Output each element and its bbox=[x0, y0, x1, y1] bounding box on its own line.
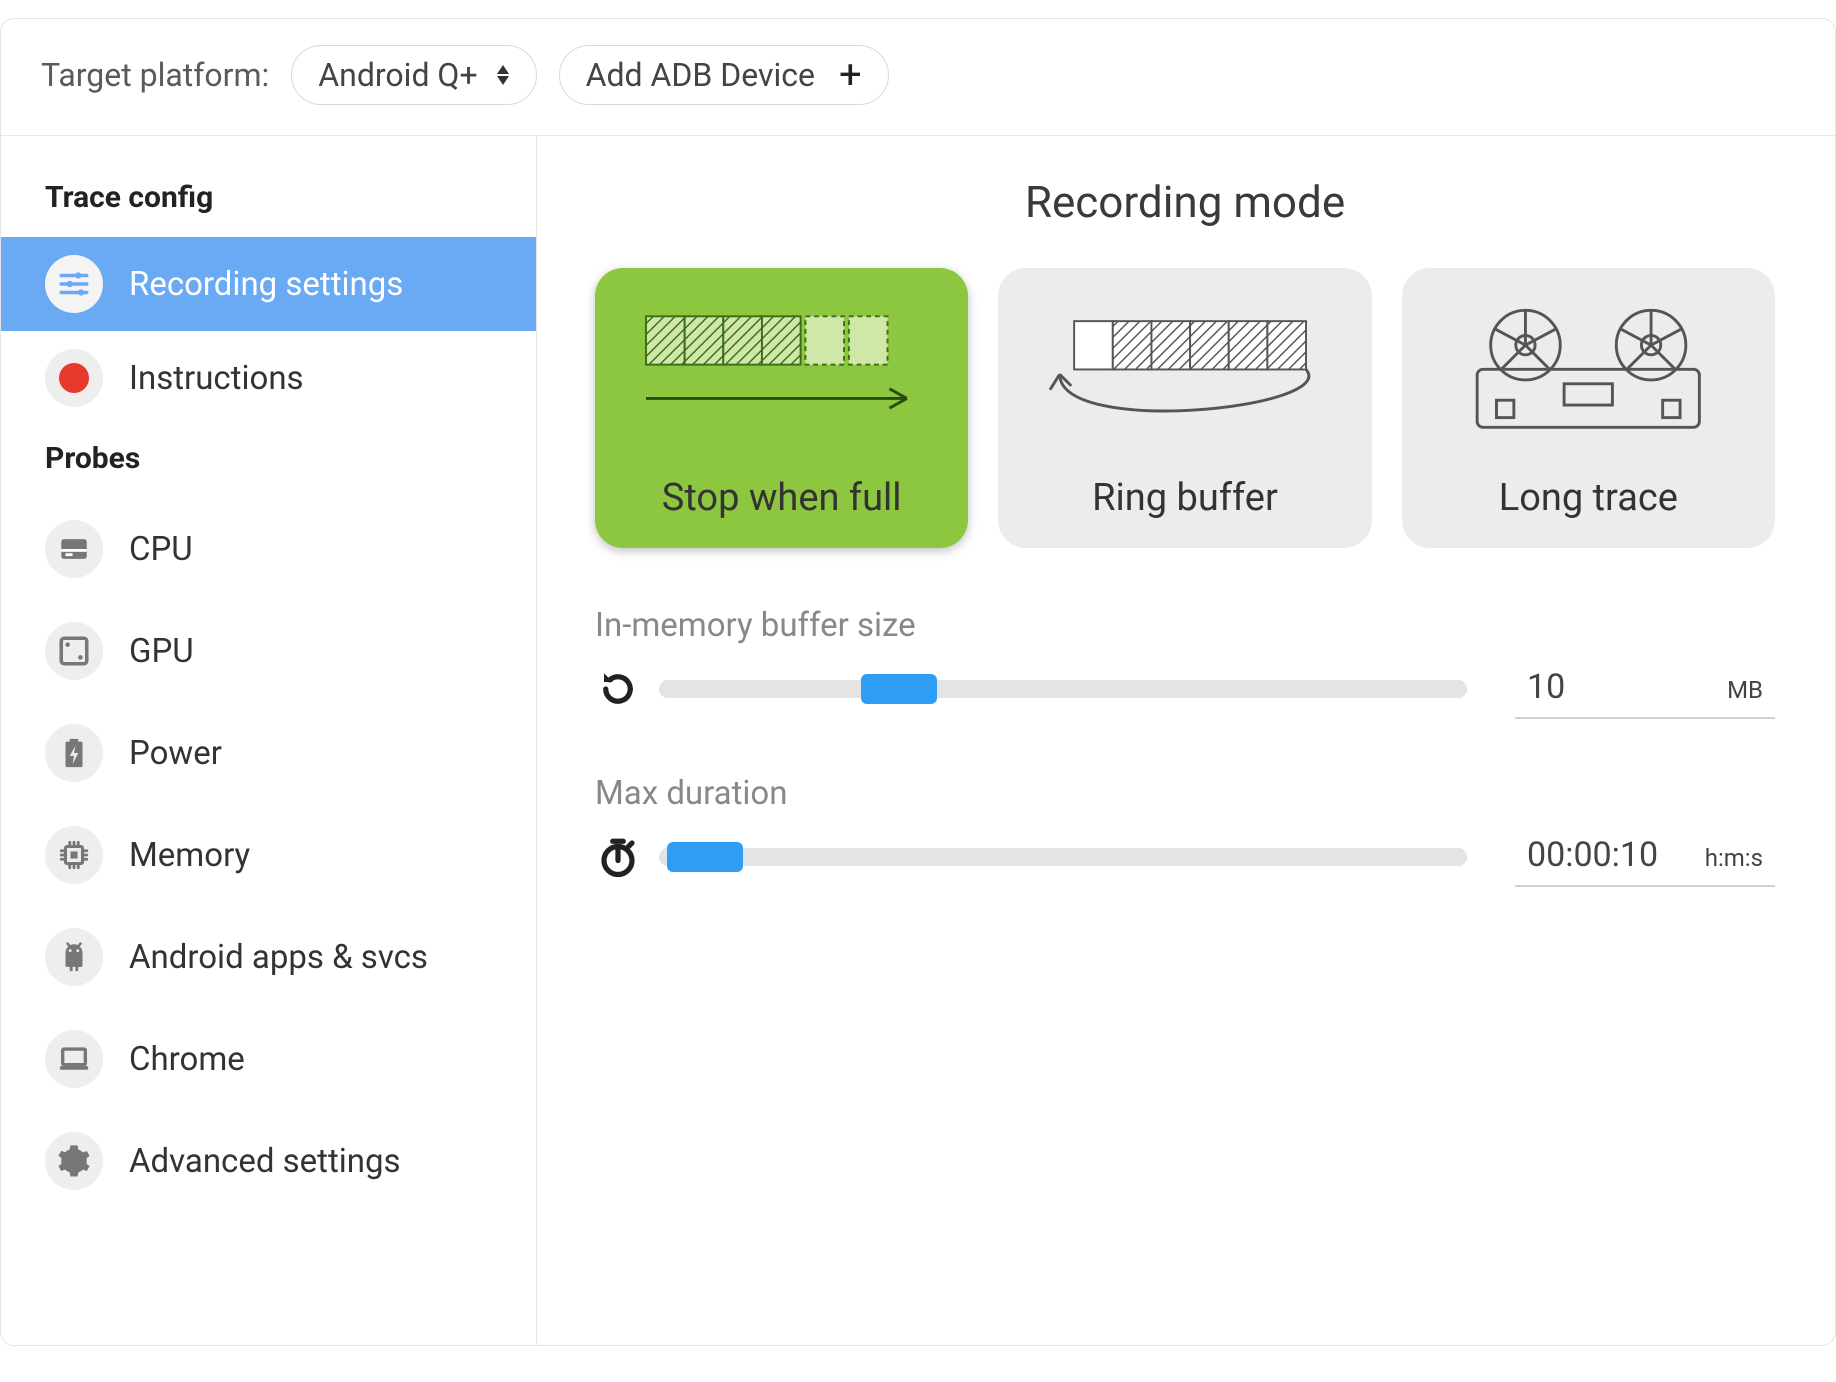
max-duration-slider[interactable] bbox=[659, 848, 1467, 866]
battery-icon bbox=[45, 724, 103, 782]
slider-thumb[interactable] bbox=[861, 674, 937, 704]
laptop-icon bbox=[45, 1030, 103, 1088]
buffer-size-label: In-memory buffer size bbox=[595, 606, 1775, 645]
mode-long-trace[interactable]: Long trace bbox=[1402, 268, 1775, 548]
target-platform-label: Target platform: bbox=[41, 56, 269, 94]
section-probes: Probes bbox=[1, 425, 536, 498]
buffer-size-block: In-memory buffer size 10 MB bbox=[595, 606, 1775, 719]
mode-label: Stop when full bbox=[662, 476, 902, 520]
sidebar-item-chrome[interactable]: Chrome bbox=[1, 1008, 536, 1110]
sidebar-item-label: Memory bbox=[129, 836, 250, 875]
select-arrows-icon bbox=[496, 65, 510, 85]
max-duration-input[interactable]: 00:00:10 h:m:s bbox=[1515, 827, 1775, 887]
ring-buffer-illustration bbox=[998, 268, 1371, 470]
mode-label: Long trace bbox=[1499, 476, 1678, 520]
record-icon bbox=[45, 349, 103, 407]
main-panel: Recording mode bbox=[537, 136, 1835, 1345]
sidebar-item-android[interactable]: Android apps & svcs bbox=[1, 906, 536, 1008]
sidebar-item-label: Chrome bbox=[129, 1040, 245, 1079]
buffer-size-slider[interactable] bbox=[659, 680, 1467, 698]
stopwatch-icon[interactable] bbox=[595, 834, 641, 880]
sliders-icon bbox=[45, 255, 103, 313]
mode-stop-when-full[interactable]: Stop when full bbox=[595, 268, 968, 548]
reset-icon[interactable] bbox=[595, 666, 641, 712]
add-adb-device-label: Add ADB Device bbox=[586, 56, 815, 94]
stop-when-full-illustration bbox=[595, 268, 968, 470]
sidebar-item-advanced[interactable]: Advanced settings bbox=[1, 1110, 536, 1212]
recording-mode-heading: Recording mode bbox=[595, 176, 1775, 228]
sidebar-item-label: Power bbox=[129, 734, 222, 773]
sidebar-item-power[interactable]: Power bbox=[1, 702, 536, 804]
sidebar-item-instructions[interactable]: Instructions bbox=[1, 331, 536, 425]
android-icon bbox=[45, 928, 103, 986]
platform-select[interactable]: Android Q+ bbox=[291, 45, 536, 105]
sidebar: Trace config Recording settings Instruct… bbox=[1, 136, 537, 1345]
add-adb-device-button[interactable]: Add ADB Device + bbox=[559, 45, 889, 105]
max-duration-block: Max duration 00:00:10 h:m:s bbox=[595, 774, 1775, 887]
sidebar-item-label: Advanced settings bbox=[129, 1142, 401, 1181]
memory-icon bbox=[45, 826, 103, 884]
sidebar-item-memory[interactable]: Memory bbox=[1, 804, 536, 906]
sidebar-item-cpu[interactable]: CPU bbox=[1, 498, 536, 600]
cpu-icon bbox=[45, 520, 103, 578]
sidebar-item-label: GPU bbox=[129, 632, 194, 671]
slider-thumb[interactable] bbox=[667, 842, 743, 872]
sidebar-item-label: Android apps & svcs bbox=[129, 938, 428, 977]
sidebar-item-label: Instructions bbox=[129, 359, 304, 398]
sidebar-item-label: Recording settings bbox=[129, 265, 403, 304]
platform-select-value: Android Q+ bbox=[318, 56, 477, 94]
max-duration-label: Max duration bbox=[595, 774, 1775, 813]
section-trace-config: Trace config bbox=[1, 164, 536, 237]
gear-icon bbox=[45, 1132, 103, 1190]
max-duration-value: 00:00:10 bbox=[1527, 835, 1658, 875]
sidebar-item-recording-settings[interactable]: Recording settings bbox=[1, 237, 536, 331]
sidebar-item-label: CPU bbox=[129, 530, 193, 569]
long-trace-illustration bbox=[1402, 268, 1775, 470]
mode-label: Ring buffer bbox=[1092, 476, 1278, 520]
gpu-icon bbox=[45, 622, 103, 680]
buffer-size-unit: MB bbox=[1727, 676, 1763, 704]
buffer-size-input[interactable]: 10 MB bbox=[1515, 659, 1775, 719]
mode-ring-buffer[interactable]: Ring buffer bbox=[998, 268, 1371, 548]
recording-mode-picker: Stop when full bbox=[595, 268, 1775, 548]
topbar: Target platform: Android Q+ Add ADB Devi… bbox=[1, 19, 1835, 136]
buffer-size-value: 10 bbox=[1527, 667, 1565, 707]
sidebar-item-gpu[interactable]: GPU bbox=[1, 600, 536, 702]
max-duration-unit: h:m:s bbox=[1705, 844, 1763, 872]
